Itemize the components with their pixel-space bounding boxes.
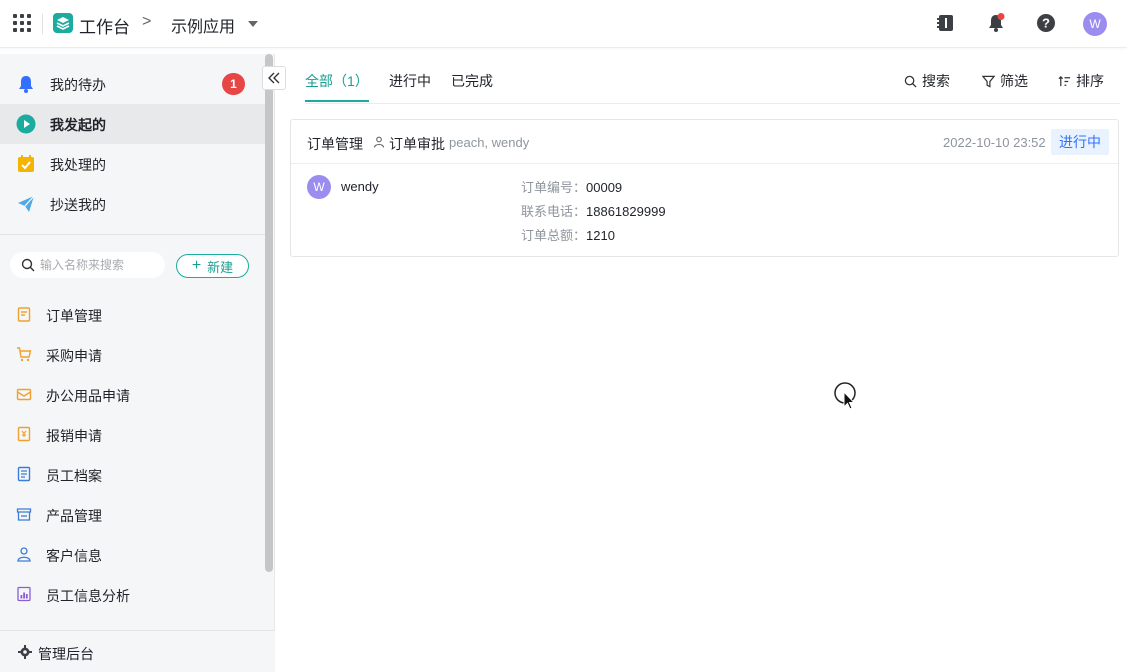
field-value: 18861829999 [586, 204, 666, 219]
workbench-logo-icon[interactable] [53, 13, 73, 33]
active-tab-indicator [305, 100, 369, 102]
card-timestamp: 2022-10-10 23:52 [943, 135, 1046, 150]
sidebar-item-todo[interactable]: 我的待办 1 [0, 64, 265, 104]
svg-text:?: ? [1042, 16, 1050, 31]
bell-icon[interactable] [986, 13, 1006, 33]
card-title: 订单管理 [307, 136, 363, 152]
sidebar-item-label: 我的待办 [50, 77, 106, 93]
card-header: 订单管理 订单审批 peach, wendy 2022-10-10 23:52 … [291, 120, 1118, 164]
bell-icon [19, 76, 33, 93]
search-icon [904, 75, 917, 88]
admin-label: 管理后台 [38, 646, 94, 662]
sidebar-item-cc[interactable]: 抄送我的 [0, 184, 265, 224]
receipt-icon [17, 426, 31, 442]
header-divider [42, 14, 43, 34]
field-value: 00009 [586, 180, 623, 195]
field-value: 1210 [586, 228, 615, 243]
todo-count-badge: 1 [222, 73, 245, 95]
sort-button[interactable]: 排序 [1058, 71, 1104, 91]
user-avatar[interactable]: W [1083, 12, 1107, 36]
chevron-down-icon[interactable] [248, 21, 258, 27]
sidebar: 我的待办 1 我发起的 我处理的 抄送我的 + 新建 [0, 54, 275, 672]
play-icon [16, 114, 36, 134]
tabs-divider [305, 103, 1120, 104]
field-key: 订单总额： [521, 228, 587, 243]
notebook-icon[interactable] [936, 13, 956, 33]
participants: peach, wendy [449, 135, 530, 150]
sidebar-app-product[interactable]: 产品管理 [0, 494, 265, 534]
top-header: 工作台 > 示例应用 ? W [0, 0, 1127, 48]
flow-person-icon [373, 136, 385, 148]
sidebar-item-label: 我发起的 [50, 117, 106, 133]
sidebar-app-customer[interactable]: 客户信息 [0, 534, 265, 574]
sidebar-app-label: 报销申请 [46, 428, 102, 444]
field-phone: 联系电话：18861829999 [521, 201, 666, 220]
chart-icon [17, 586, 31, 602]
sidebar-app-label: 员工档案 [46, 468, 102, 484]
search-icon [21, 258, 35, 272]
collapse-sidebar-button[interactable] [262, 66, 286, 90]
sidebar-app-purchase[interactable]: 采购申请 [0, 334, 265, 374]
tab-in-progress[interactable]: 进行中 [389, 71, 431, 91]
document-icon [17, 466, 31, 482]
field-total: 订单总额：1210 [521, 225, 615, 244]
sidebar-item-label: 抄送我的 [50, 197, 106, 213]
help-icon[interactable]: ? [1036, 13, 1056, 33]
sidebar-item-label: 我处理的 [50, 157, 106, 173]
send-icon [18, 195, 35, 212]
search-button[interactable]: 搜索 [904, 71, 950, 91]
filter-button-label: 筛选 [1000, 73, 1028, 89]
new-app-button[interactable]: + 新建 [176, 254, 249, 278]
initiator-name: wendy [341, 179, 379, 194]
clipboard-icon [17, 307, 31, 322]
avatar: W [307, 175, 331, 199]
envelope-icon [16, 388, 32, 401]
sidebar-app-office[interactable]: 办公用品申请 [0, 374, 265, 414]
sidebar-app-employee[interactable]: 员工档案 [0, 454, 265, 494]
person-icon [17, 547, 31, 562]
sidebar-item-initiated[interactable]: 我发起的 [0, 104, 265, 144]
field-key: 联系电话： [521, 204, 587, 219]
sidebar-app-label: 采购申请 [46, 348, 102, 364]
mouse-cursor-icon [834, 382, 856, 410]
store-icon [16, 508, 32, 521]
tab-completed[interactable]: 已完成 [451, 71, 493, 91]
tab-all[interactable]: 全部（1） [305, 71, 369, 91]
gear-icon [18, 645, 32, 659]
field-order-number: 订单编号：00009 [521, 177, 622, 196]
double-chevron-left-icon [268, 72, 280, 84]
breadcrumb-separator: > [142, 13, 152, 30]
sidebar-app-label: 办公用品申请 [46, 388, 130, 404]
admin-console-link[interactable]: 管理后台 [0, 630, 275, 672]
sidebar-item-handled[interactable]: 我处理的 [0, 144, 265, 184]
sidebar-app-label: 客户信息 [46, 548, 102, 564]
app-name[interactable]: 示例应用 [171, 13, 235, 37]
new-button-label: 新建 [207, 259, 234, 275]
apps-grid-icon[interactable] [13, 14, 31, 32]
sidebar-app-analysis[interactable]: 员工信息分析 [0, 574, 265, 614]
filter-button[interactable]: 筛选 [982, 71, 1028, 91]
filter-icon [982, 75, 995, 88]
sidebar-app-label: 订单管理 [46, 308, 102, 324]
sidebar-divider [0, 234, 265, 235]
sidebar-scrollbar[interactable] [265, 54, 273, 572]
flow-name: 订单审批 [389, 136, 445, 152]
sort-icon [1058, 75, 1071, 86]
search-input[interactable] [40, 256, 160, 274]
field-key: 订单编号： [521, 180, 587, 195]
brand-title[interactable]: 工作台 [79, 13, 130, 38]
plus-icon: + [191, 257, 202, 274]
sidebar-app-label: 产品管理 [46, 508, 102, 524]
search-button-label: 搜索 [922, 73, 950, 89]
app-search-box[interactable] [10, 252, 165, 278]
cart-icon [17, 347, 32, 362]
sidebar-app-order[interactable]: 订单管理 [0, 294, 265, 334]
sidebar-app-reimburse[interactable]: 报销申请 [0, 414, 265, 454]
sort-button-label: 排序 [1076, 73, 1104, 89]
check-icon [18, 155, 34, 172]
sidebar-app-label: 员工信息分析 [46, 588, 130, 604]
status-badge: 进行中 [1051, 129, 1109, 155]
process-card[interactable]: 订单管理 订单审批 peach, wendy 2022-10-10 23:52 … [290, 119, 1119, 257]
